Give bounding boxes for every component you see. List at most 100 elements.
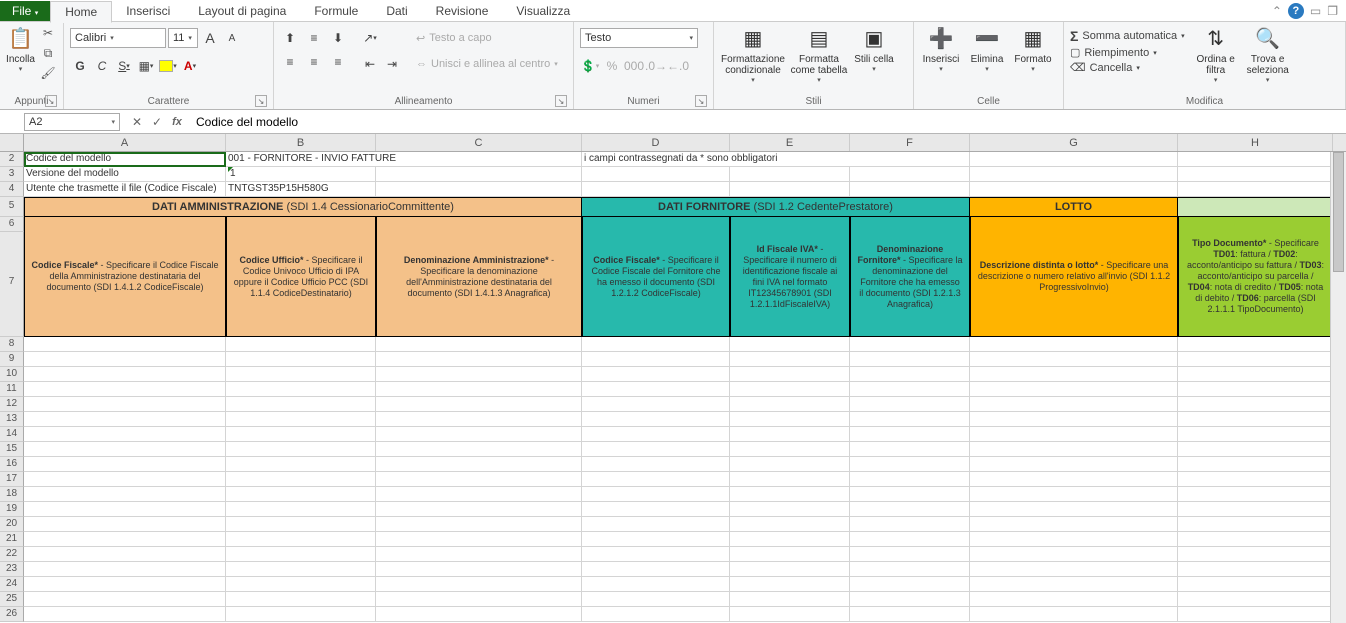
cell-C20[interactable] xyxy=(376,517,582,532)
row-header-21[interactable]: 21 xyxy=(0,532,24,547)
cell-C9[interactable] xyxy=(376,352,582,367)
cell-H12[interactable] xyxy=(1178,397,1333,412)
window-restore-icon[interactable]: ❐ xyxy=(1327,4,1338,18)
section-tipo-header[interactable] xyxy=(1178,197,1333,217)
row-header-15[interactable]: 15 xyxy=(0,442,24,457)
cell-A14[interactable] xyxy=(24,427,226,442)
cell-C21[interactable] xyxy=(376,532,582,547)
cell-A15[interactable] xyxy=(24,442,226,457)
cell-B20[interactable] xyxy=(226,517,376,532)
cell-D4[interactable] xyxy=(582,182,730,197)
cell-D10[interactable] xyxy=(582,367,730,382)
cell-F11[interactable] xyxy=(850,382,970,397)
cell-E20[interactable] xyxy=(730,517,850,532)
cell-E23[interactable] xyxy=(730,562,850,577)
cell-G17[interactable] xyxy=(970,472,1178,487)
row-header-18[interactable]: 18 xyxy=(0,487,24,502)
cell-H22[interactable] xyxy=(1178,547,1333,562)
section-lotto-header[interactable]: LOTTO xyxy=(970,197,1178,217)
sort-filter-button[interactable]: ⇅Ordina e filtra▾ xyxy=(1195,24,1237,84)
cell-E17[interactable] xyxy=(730,472,850,487)
cell-B10[interactable] xyxy=(226,367,376,382)
cell-F26[interactable] xyxy=(850,607,970,622)
row-header-9[interactable]: 9 xyxy=(0,352,24,367)
cell-H23[interactable] xyxy=(1178,562,1333,577)
cell-G26[interactable] xyxy=(970,607,1178,622)
cell-H16[interactable] xyxy=(1178,457,1333,472)
cell-E16[interactable] xyxy=(730,457,850,472)
format-painter-icon[interactable]: 🖌 xyxy=(39,64,57,82)
section-fornitore-header[interactable]: DATI FORNITORE (SDI 1.2 CedentePrestator… xyxy=(582,197,970,217)
cell-G25[interactable] xyxy=(970,592,1178,607)
cell-E21[interactable] xyxy=(730,532,850,547)
window-minimize-icon[interactable]: ▭ xyxy=(1310,4,1321,18)
cell-D13[interactable] xyxy=(582,412,730,427)
cell-H19[interactable] xyxy=(1178,502,1333,517)
cell-A26[interactable] xyxy=(24,607,226,622)
cell-C23[interactable] xyxy=(376,562,582,577)
cell-C15[interactable] xyxy=(376,442,582,457)
number-launcher[interactable]: ↘ xyxy=(695,95,707,107)
cell-A2[interactable]: Codice del modello xyxy=(24,152,226,167)
cell-D2[interactable]: i campi contrassegnati da * sono obbliga… xyxy=(582,152,970,167)
row-header-7[interactable]: 7 xyxy=(0,232,24,337)
cell-A9[interactable] xyxy=(24,352,226,367)
row-header-24[interactable]: 24 xyxy=(0,577,24,592)
cell-D9[interactable] xyxy=(582,352,730,367)
orientation-icon[interactable]: ↗▾ xyxy=(360,28,380,48)
row-header-6[interactable]: 6 xyxy=(0,217,24,232)
cell-D18[interactable] xyxy=(582,487,730,502)
font-launcher[interactable]: ↘ xyxy=(255,95,267,107)
cell-H26[interactable] xyxy=(1178,607,1333,622)
row-header-3[interactable]: 3 xyxy=(0,167,24,182)
align-center-icon[interactable]: ≡ xyxy=(304,52,324,72)
section-admin-header[interactable]: DATI AMMINISTRAZIONE (SDI 1.4 Cessionari… xyxy=(24,197,582,217)
cell-B4[interactable]: TNTGST35P15H580G xyxy=(226,182,376,197)
formula-input[interactable] xyxy=(190,113,1346,131)
cell-G19[interactable] xyxy=(970,502,1178,517)
cell-B23[interactable] xyxy=(226,562,376,577)
cell-G4[interactable] xyxy=(970,182,1178,197)
cell-H17[interactable] xyxy=(1178,472,1333,487)
copy-icon[interactable]: ⧉ xyxy=(39,44,57,62)
cell-F9[interactable] xyxy=(850,352,970,367)
row-header-19[interactable]: 19 xyxy=(0,502,24,517)
row-header-20[interactable]: 20 xyxy=(0,517,24,532)
decrease-indent-icon[interactable]: ⇤ xyxy=(360,54,380,74)
cell-D12[interactable] xyxy=(582,397,730,412)
cell-styles-button[interactable]: ▣ Stili cella▾ xyxy=(852,24,896,73)
conditional-formatting-button[interactable]: ▦ Formattazione condizionale▾ xyxy=(720,24,786,84)
row-header-17[interactable]: 17 xyxy=(0,472,24,487)
cell-D15[interactable] xyxy=(582,442,730,457)
cell-F21[interactable] xyxy=(850,532,970,547)
cell-D14[interactable] xyxy=(582,427,730,442)
cell-F19[interactable] xyxy=(850,502,970,517)
cell-F17[interactable] xyxy=(850,472,970,487)
row-header-14[interactable]: 14 xyxy=(0,427,24,442)
row-header-11[interactable]: 11 xyxy=(0,382,24,397)
autosum-button[interactable]: ΣSomma automatica▾ xyxy=(1070,28,1185,44)
align-left-icon[interactable]: ≡ xyxy=(280,52,300,72)
cell-F25[interactable] xyxy=(850,592,970,607)
cell-C24[interactable] xyxy=(376,577,582,592)
row-header-8[interactable]: 8 xyxy=(0,337,24,352)
cell-B24[interactable] xyxy=(226,577,376,592)
cell-C16[interactable] xyxy=(376,457,582,472)
decrease-decimal-icon[interactable]: ←.0 xyxy=(668,56,688,76)
cell-E4[interactable] xyxy=(730,182,850,197)
cell-E26[interactable] xyxy=(730,607,850,622)
cell-A23[interactable] xyxy=(24,562,226,577)
cell-F22[interactable] xyxy=(850,547,970,562)
cell-G11[interactable] xyxy=(970,382,1178,397)
cell-B2[interactable]: 001 - FORNITORE - INVIO FATTURE xyxy=(226,152,582,167)
cell-E22[interactable] xyxy=(730,547,850,562)
increase-indent-icon[interactable]: ⇥ xyxy=(382,54,402,74)
cell-E3[interactable] xyxy=(730,167,850,182)
cell-D17[interactable] xyxy=(582,472,730,487)
align-right-icon[interactable]: ≡ xyxy=(328,52,348,72)
cell-F20[interactable] xyxy=(850,517,970,532)
cell-A11[interactable] xyxy=(24,382,226,397)
cell-B19[interactable] xyxy=(226,502,376,517)
header-id-fiscale-iva[interactable]: Id Fiscale IVA* - Specificare il numero … xyxy=(730,217,850,337)
align-bottom-icon[interactable]: ⬇ xyxy=(328,28,348,48)
